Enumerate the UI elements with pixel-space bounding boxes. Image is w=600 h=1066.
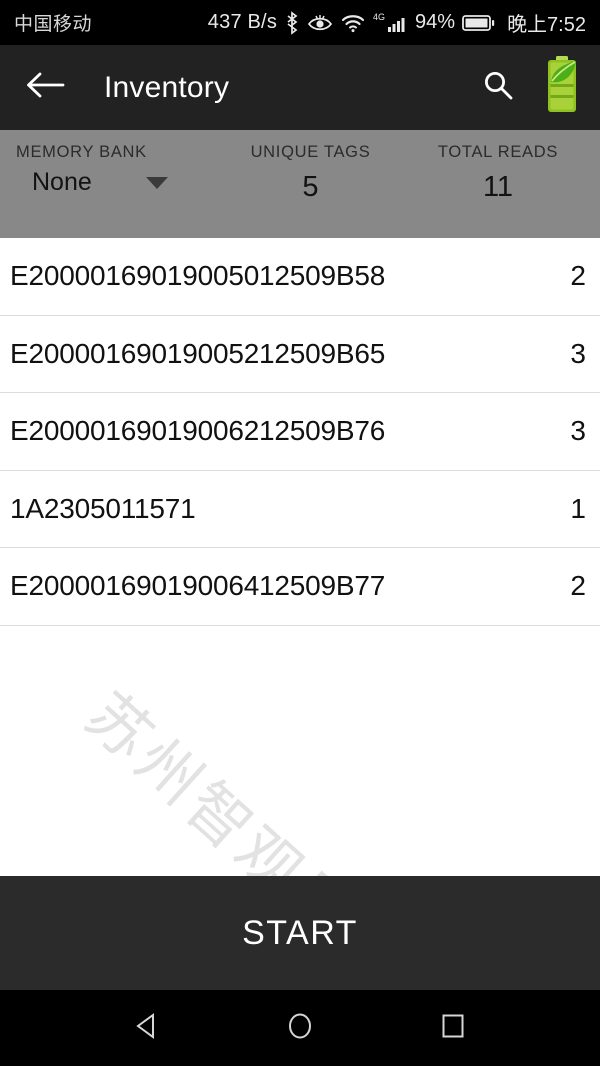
table-row[interactable]: E20000169019005012509B58 2 [0, 238, 600, 316]
tag-epc: E20000169019005012509B58 [10, 260, 386, 292]
eye-care-icon [307, 12, 333, 34]
eco-battery-leaf-icon [543, 54, 581, 121]
status-bar-icons: 437 B/s 4G 94% 晚上7:52 [208, 8, 586, 37]
watermark-text: 苏州智观昂盛 [71, 678, 420, 876]
start-button[interactable]: START [0, 876, 600, 990]
battery-percent-label: 94% [415, 11, 456, 33]
nav-back-triangle-icon [132, 1011, 162, 1046]
stats-header: MEMORY BANK None UNIQUE TAGS 5 TOTAL REA… [0, 130, 600, 238]
table-row[interactable]: E20000169019006412509B77 2 [0, 548, 600, 626]
tag-read-count: 2 [570, 260, 586, 292]
svg-text:4G: 4G [373, 12, 385, 22]
app-bar: Inventory [0, 45, 600, 130]
total-reads-label: TOTAL READS [437, 143, 559, 161]
battery-icon [462, 13, 496, 33]
tag-epc: E20000169019006412509B77 [10, 570, 386, 602]
nav-back-button[interactable] [117, 998, 177, 1058]
chevron-down-icon [146, 176, 168, 189]
total-reads-value: 11 [482, 171, 514, 203]
memory-bank-stat: MEMORY BANK None [0, 143, 218, 197]
tag-epc: E20000169019006212509B76 [10, 415, 386, 447]
nav-recents-square-icon [438, 1011, 468, 1046]
tag-list[interactable]: E20000169019005012509B58 2 E20000169019005… [0, 238, 600, 876]
table-row[interactable]: 1A2305011571 1 [0, 471, 600, 548]
tag-read-count: 3 [570, 415, 586, 447]
memory-bank-select[interactable]: None [14, 168, 184, 197]
tag-read-count: 3 [570, 337, 586, 369]
wifi-icon [340, 12, 366, 34]
unique-tags-stat: UNIQUE TAGS 5 [218, 143, 403, 204]
android-nav-bar [0, 990, 600, 1066]
clock-label: 晚上7:52 [507, 14, 586, 36]
bluetooth-icon [284, 10, 300, 35]
search-button[interactable] [476, 66, 520, 110]
tag-read-count: 1 [570, 492, 586, 524]
tag-read-count: 2 [570, 570, 586, 602]
back-arrow-icon [25, 68, 65, 107]
network-speed-label: 437 B/s [207, 11, 278, 33]
nav-home-circle-icon [285, 1011, 315, 1046]
eco-battery-button[interactable] [542, 54, 582, 121]
unique-tags-label: UNIQUE TAGS [250, 143, 371, 161]
status-bar: 中国移动 437 B/s 4G 94% 晚上7:52 [0, 0, 600, 45]
search-icon [480, 67, 516, 108]
memory-bank-value: None [32, 168, 92, 196]
tag-epc: E20000169019005212509B65 [10, 337, 386, 369]
unique-tags-value: 5 [302, 171, 319, 203]
table-row[interactable]: E20000169019006212509B76 3 [0, 393, 600, 471]
app-bar-actions [476, 54, 582, 121]
back-button[interactable] [18, 61, 72, 115]
memory-bank-label: MEMORY BANK [16, 143, 147, 161]
cellular-signal-icon: 4G [373, 11, 407, 35]
page-title: Inventory [104, 70, 230, 104]
nav-home-button[interactable] [270, 998, 330, 1058]
table-row[interactable]: E20000169019005212509B65 3 [0, 316, 600, 393]
total-reads-stat: TOTAL READS 11 [403, 143, 593, 204]
tag-epc: 1A2305011571 [10, 492, 196, 524]
phone-screen: 中国移动 437 B/s 4G 94% 晚上7:52 Inventory MEM… [0, 0, 600, 1066]
carrier-label: 中国移动 [14, 14, 93, 35]
nav-recents-button[interactable] [423, 998, 483, 1058]
